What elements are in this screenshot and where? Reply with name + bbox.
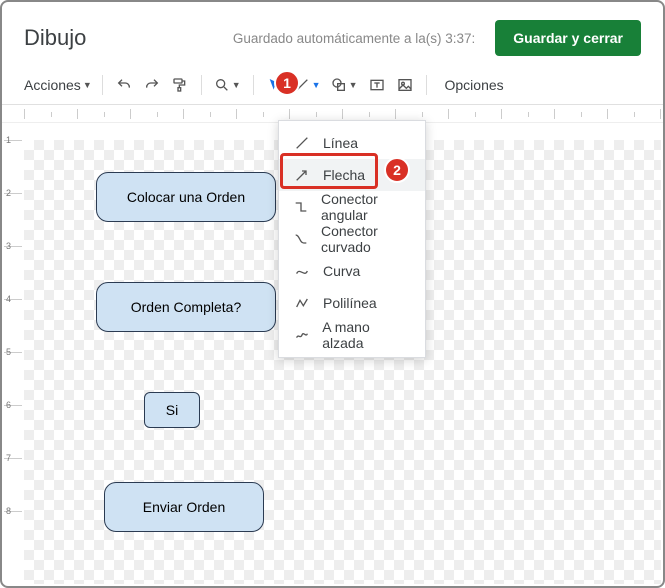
- shape-text: Orden Completa?: [131, 299, 242, 315]
- dialog-header: Dibujo Guardado automáticamente a la(s) …: [2, 2, 663, 68]
- ruler-tick: 5: [236, 109, 289, 119]
- more-options[interactable]: Opciones: [439, 73, 510, 97]
- arrow-icon: [293, 167, 311, 183]
- menu-label: Conector angular: [321, 191, 411, 223]
- shape-rounded-rect[interactable]: Si: [144, 392, 200, 428]
- shape-text: Si: [166, 402, 178, 418]
- shape-text: Enviar Orden: [143, 499, 225, 515]
- caret-down-icon: ▼: [312, 80, 321, 90]
- textbox-tool[interactable]: [364, 72, 390, 98]
- annotation-badge-1: 1: [274, 70, 300, 96]
- ruler-tick: 11: [554, 109, 607, 119]
- annotation-badge-2: 2: [384, 157, 410, 183]
- ruler-tick: 1: [24, 109, 77, 119]
- save-and-close-button[interactable]: Guardar y cerrar: [495, 20, 641, 56]
- shape-rounded-rect[interactable]: Colocar una Orden: [96, 172, 276, 222]
- ruler-tick: 2: [77, 109, 130, 119]
- ruler-tick: 3: [130, 109, 183, 119]
- separator: [253, 75, 254, 95]
- curve-icon: [293, 263, 311, 279]
- ruler-tick: 8: [4, 511, 22, 564]
- toolbar: Acciones ▼ ▼ ▼ ▼ Opciones: [2, 68, 663, 105]
- ruler-tick: 6: [289, 109, 342, 119]
- undo-button[interactable]: [111, 72, 137, 98]
- ruler-tick: 10: [501, 109, 554, 119]
- caret-down-icon: ▼: [232, 80, 241, 90]
- shape-text: Colocar una Orden: [127, 189, 245, 205]
- ruler-tick: 8: [395, 109, 448, 119]
- ruler-tick: 4: [4, 299, 22, 352]
- shape-rounded-rect[interactable]: Enviar Orden: [104, 482, 264, 532]
- elbow-connector-icon: [293, 199, 309, 215]
- menu-item-line[interactable]: Línea: [279, 127, 425, 159]
- shape-rounded-rect[interactable]: Orden Completa?: [96, 282, 276, 332]
- ruler-tick: 4: [183, 109, 236, 119]
- separator: [102, 75, 103, 95]
- ruler-tick: 3: [4, 246, 22, 299]
- ruler-tick: 13: [660, 109, 663, 119]
- image-tool[interactable]: [392, 72, 418, 98]
- dialog-title: Dibujo: [24, 25, 86, 51]
- polyline-icon: [293, 295, 311, 311]
- ruler-tick: 1: [4, 140, 22, 193]
- menu-label: Flecha: [323, 167, 365, 183]
- menu-label: Conector curvado: [321, 223, 411, 255]
- shape-tool[interactable]: ▼: [327, 72, 362, 98]
- zoom-button[interactable]: ▼: [210, 72, 245, 98]
- ruler-tick: 5: [4, 352, 22, 405]
- menu-label: Curva: [323, 263, 360, 279]
- redo-icon: [144, 77, 160, 93]
- redo-button[interactable]: [139, 72, 165, 98]
- autosave-status: Guardado automáticamente a la(s) 3:37:: [96, 31, 485, 46]
- ruler-tick: 7: [4, 458, 22, 511]
- scribble-icon: [293, 327, 310, 343]
- actions-label: Acciones: [24, 77, 81, 93]
- menu-label: Línea: [323, 135, 358, 151]
- line-icon: [293, 135, 311, 151]
- ruler-tick: 7: [342, 109, 395, 119]
- zoom-icon: [214, 77, 230, 93]
- curved-connector-icon: [293, 231, 309, 247]
- textbox-icon: [369, 77, 385, 93]
- menu-item-curved-connector[interactable]: Conector curvado: [279, 223, 425, 255]
- menu-label: Polilínea: [323, 295, 377, 311]
- caret-down-icon: ▼: [349, 80, 358, 90]
- shape-icon: [331, 77, 347, 93]
- separator: [426, 75, 427, 95]
- paint-format-button[interactable]: [167, 72, 193, 98]
- menu-item-elbow-connector[interactable]: Conector angular: [279, 191, 425, 223]
- caret-down-icon: ▼: [83, 80, 92, 90]
- actions-menu[interactable]: Acciones ▼: [22, 73, 94, 97]
- paint-roller-icon: [172, 77, 188, 93]
- image-icon: [397, 77, 413, 93]
- ruler-tick: 2: [4, 193, 22, 246]
- line-tool-menu: Línea Flecha Conector angular Conector c…: [278, 120, 426, 358]
- ruler-tick: 12: [607, 109, 660, 119]
- menu-item-scribble[interactable]: A mano alzada: [279, 319, 425, 351]
- vertical-ruler: 12345678: [4, 140, 22, 586]
- menu-item-curve[interactable]: Curva: [279, 255, 425, 287]
- menu-label: A mano alzada: [322, 319, 411, 351]
- ruler-tick: 9: [448, 109, 501, 119]
- separator: [201, 75, 202, 95]
- undo-icon: [116, 77, 132, 93]
- ruler-tick: 6: [4, 405, 22, 458]
- menu-item-polyline[interactable]: Polilínea: [279, 287, 425, 319]
